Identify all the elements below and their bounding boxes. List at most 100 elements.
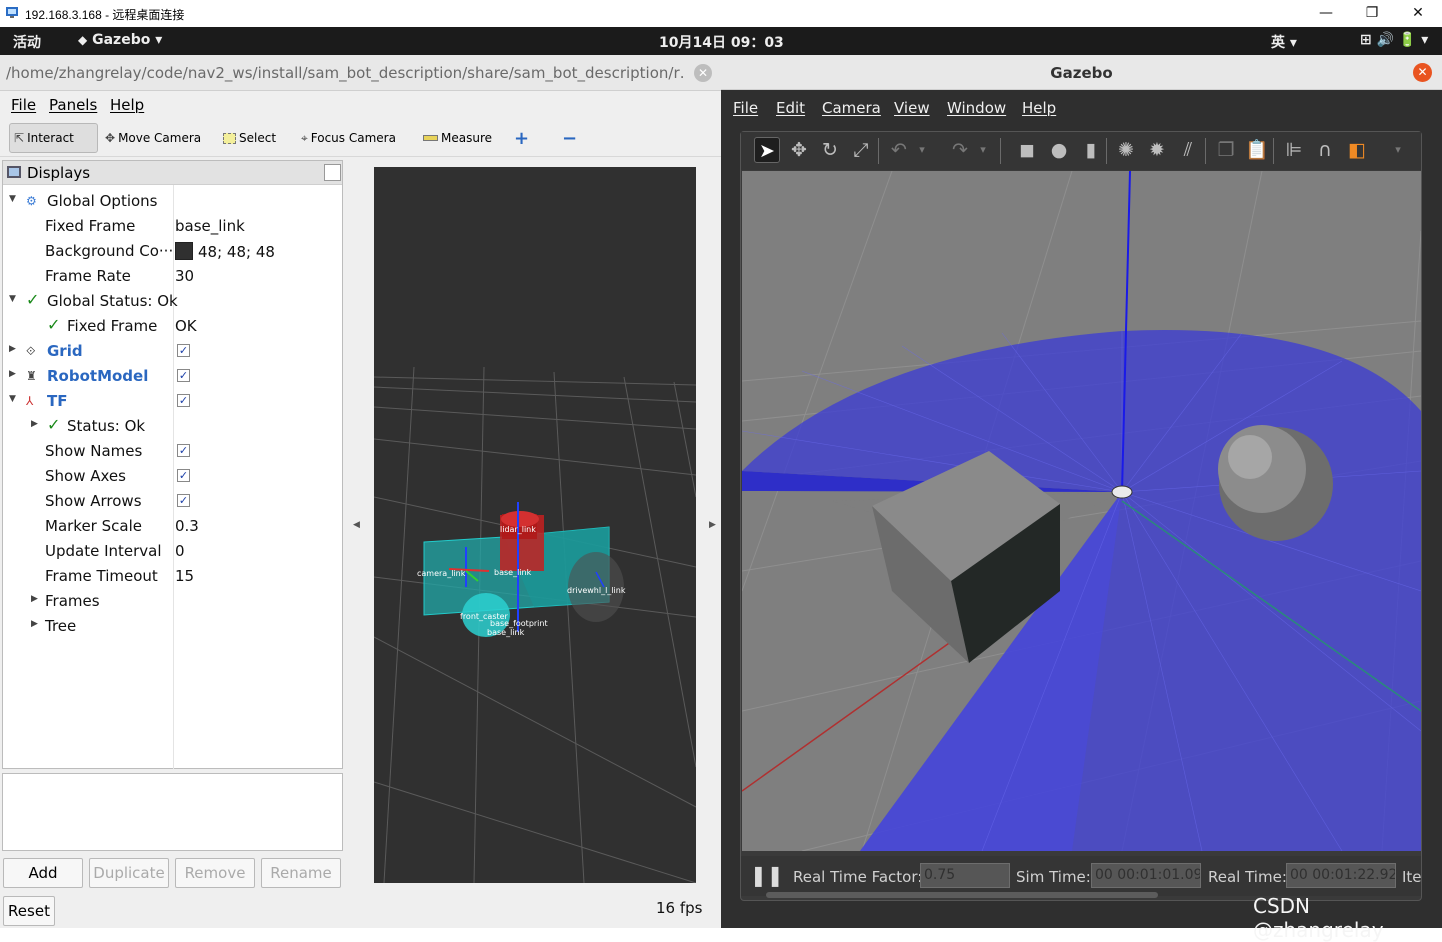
collapse-arrow-icon[interactable]: ▼ <box>9 394 16 404</box>
expand-arrow-icon[interactable]: ▶ <box>9 344 16 354</box>
expand-arrow-icon[interactable]: ▶ <box>31 594 38 604</box>
snap-icon[interactable]: ∩ <box>1312 137 1338 163</box>
menu-file[interactable]: File <box>11 96 36 114</box>
frame-rate-value[interactable]: 30 <box>175 267 194 285</box>
frame-timeout-value[interactable]: 15 <box>175 567 194 585</box>
spot-light-icon[interactable]: ✹ <box>1144 137 1170 163</box>
rviz-close-button[interactable]: ✕ <box>694 64 712 82</box>
menu-help[interactable]: Help <box>110 96 144 114</box>
expand-arrow-icon[interactable]: ▶ <box>31 419 38 429</box>
show-axes-checkbox[interactable]: ✓ <box>177 469 190 482</box>
robot-model-checkbox[interactable]: ✓ <box>177 369 190 382</box>
box-shape-icon[interactable]: ◼ <box>1014 137 1040 163</box>
gazebo-toolbar: ➤ ✥ ↻ ⤢ ↶ ▾ ↷ ▾ ◼ ● ▮ ✺ ✹ ⫽ ❐ 📋 ⊫ ∩ ◧ ▾ <box>741 132 1421 170</box>
tree-row-frames[interactable]: ▶ Frames <box>3 589 342 614</box>
tree-row-robot-model[interactable]: ▶ ♜ RobotModel ✓ <box>3 364 342 389</box>
toolbar-overflow-icon[interactable]: ▾ <box>1385 137 1411 163</box>
system-tray[interactable]: ⊞ 🔊 🔋 ▾ <box>1360 32 1428 48</box>
tree-row-tree[interactable]: ▶ Tree <box>3 614 342 639</box>
expand-arrow-icon[interactable]: ▶ <box>9 369 16 379</box>
tree-row-fixed-frame[interactable]: Fixed Frame base_link <box>3 214 342 239</box>
select-tool[interactable]: Select <box>219 123 280 153</box>
gazebo-menubar: File Edit Camera View Window Help <box>721 91 1442 125</box>
gazebo-3d-scene[interactable] <box>742 171 1421 851</box>
rotate-icon[interactable]: ↻ <box>817 137 843 163</box>
rviz-3d-view[interactable]: lidar_link camera_link base_link drivewh… <box>374 167 696 883</box>
align-icon[interactable]: ⊫ <box>1281 137 1307 163</box>
point-light-icon[interactable]: ✺ <box>1113 137 1139 163</box>
activities-button[interactable]: 活动 <box>13 32 41 52</box>
update-interval-value[interactable]: 0 <box>175 542 185 560</box>
tree-row-tf-status[interactable]: ▶ ✓ Status: Ok <box>3 414 342 439</box>
tree-row-frame-timeout[interactable]: Frame Timeout 15 <box>3 564 342 589</box>
measure-tool[interactable]: Measure <box>419 123 496 153</box>
tree-row-grid[interactable]: ▶ ⟐ Grid ✓ <box>3 339 342 364</box>
show-names-checkbox[interactable]: ✓ <box>177 444 190 457</box>
tree-row-tf[interactable]: ▼ ⅄ TF ✓ <box>3 389 342 414</box>
pause-icon[interactable]: ❚❚ <box>750 863 784 887</box>
gz-menu-camera[interactable]: Camera <box>822 99 881 117</box>
duplicate-button[interactable]: Duplicate <box>89 858 169 888</box>
gz-menu-help[interactable]: Help <box>1022 99 1056 117</box>
tree-row-global-status[interactable]: ▼ ✓ Global Status: Ok <box>3 289 342 314</box>
copy-icon[interactable]: ❐ <box>1213 137 1239 163</box>
tree-row-show-axes[interactable]: Show Axes ✓ <box>3 464 342 489</box>
reset-button[interactable]: Reset <box>3 896 55 926</box>
gz-menu-file[interactable]: File <box>733 99 758 117</box>
sphere-shape-icon[interactable]: ● <box>1046 137 1072 163</box>
tree-row-status-fixed-frame[interactable]: ✓ Fixed Frame OK <box>3 314 342 339</box>
grid-checkbox[interactable]: ✓ <box>177 344 190 357</box>
show-arrows-checkbox[interactable]: ✓ <box>177 494 190 507</box>
gnome-top-bar: 活动 ◆ Gazebo ▾ 10月14日 09：03 英 ▾ ⊞ 🔊 🔋 ▾ <box>0 27 1442 55</box>
collapse-arrow-icon[interactable]: ▼ <box>9 194 16 204</box>
expand-arrow-icon[interactable]: ▶ <box>31 619 38 629</box>
tree-row-update-interval[interactable]: Update Interval 0 <box>3 539 342 564</box>
status-horizontal-scrollbar[interactable] <box>766 892 1158 898</box>
tf-checkbox[interactable]: ✓ <box>177 394 190 407</box>
scale-icon[interactable]: ⤢ <box>848 137 874 163</box>
left-splitter-handle[interactable]: ◀ <box>353 520 360 530</box>
displays-float-checkbox[interactable] <box>324 164 341 181</box>
restore-button[interactable]: ❐ <box>1349 2 1395 24</box>
gz-menu-window[interactable]: Window <box>947 99 1006 117</box>
remove-button[interactable]: Remove <box>175 858 255 888</box>
cylinder-shape-icon[interactable]: ▮ <box>1078 137 1104 163</box>
move-camera-label: Move Camera <box>118 131 202 145</box>
right-splitter-handle[interactable]: ▶ <box>709 520 716 530</box>
marker-scale-value[interactable]: 0.3 <box>175 517 199 535</box>
rviz-title-bar: /home/zhangrelay/code/nav2_ws/install/sa… <box>0 55 721 91</box>
change-view-icon[interactable]: ◧ <box>1344 137 1370 163</box>
tree-row-marker-scale[interactable]: Marker Scale 0.3 <box>3 514 342 539</box>
rename-button[interactable]: Rename <box>261 858 341 888</box>
minimize-button[interactable]: — <box>1303 2 1349 24</box>
tree-row-global-options[interactable]: ▼ ⚙ Global Options <box>3 189 342 214</box>
fixed-frame-value[interactable]: base_link <box>175 217 245 235</box>
undo-dropdown-icon[interactable]: ▾ <box>909 137 935 163</box>
tree-row-show-arrows[interactable]: Show Arrows ✓ <box>3 489 342 514</box>
tree-row-frame-rate[interactable]: Frame Rate 30 <box>3 264 342 289</box>
interact-tool[interactable]: ⇱ Interact <box>9 123 98 153</box>
close-button[interactable]: ✕ <box>1395 2 1441 24</box>
add-tool-button[interactable]: + <box>510 123 533 153</box>
background-color-value[interactable]: 48; 48; 48 <box>175 242 275 261</box>
translate-icon[interactable]: ✥ <box>786 137 812 163</box>
gazebo-close-button[interactable]: ✕ <box>1413 63 1432 82</box>
directional-light-icon[interactable]: ⫽ <box>1175 137 1201 163</box>
gz-menu-edit[interactable]: Edit <box>776 99 805 117</box>
tree-row-background-color[interactable]: Background Co··· 48; 48; 48 <box>3 239 342 264</box>
move-camera-tool[interactable]: ✥ Move Camera <box>101 123 205 153</box>
toolbar-separator <box>1205 138 1206 164</box>
remove-tool-button[interactable]: − <box>558 123 581 153</box>
app-menu[interactable]: ◆ Gazebo ▾ <box>78 32 162 48</box>
clock[interactable]: 10月14日 09：03 <box>659 32 784 52</box>
menu-panels[interactable]: Panels <box>49 96 97 114</box>
redo-dropdown-icon[interactable]: ▾ <box>970 137 996 163</box>
focus-camera-tool[interactable]: ⌖ Focus Camera <box>297 123 400 153</box>
tree-row-show-names[interactable]: Show Names ✓ <box>3 439 342 464</box>
select-arrow-icon[interactable]: ➤ <box>754 137 780 163</box>
collapse-arrow-icon[interactable]: ▼ <box>9 294 16 304</box>
add-button[interactable]: Add <box>3 858 83 888</box>
gz-menu-view[interactable]: View <box>894 99 930 117</box>
input-method-indicator[interactable]: 英 ▾ <box>1271 32 1297 52</box>
paste-icon[interactable]: 📋 <box>1244 137 1270 163</box>
